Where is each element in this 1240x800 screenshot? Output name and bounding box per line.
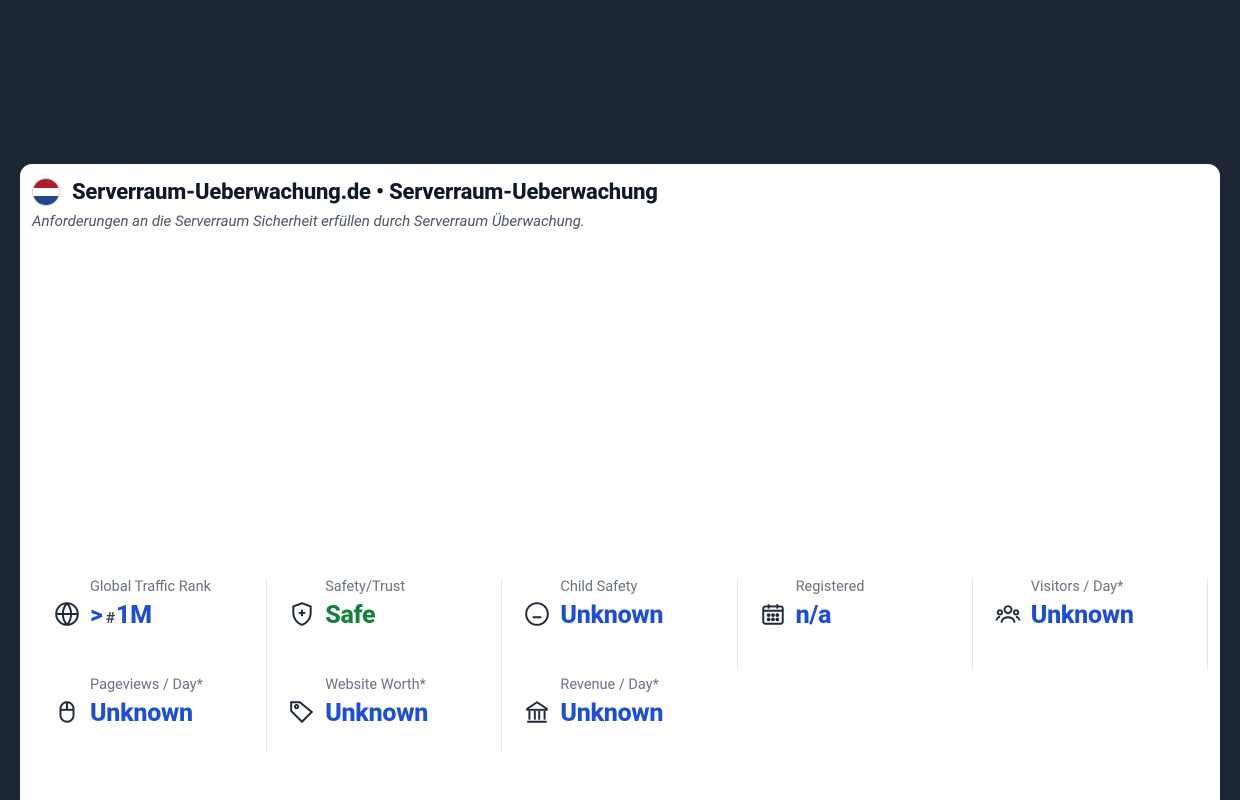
stat-safety: Safety/Trust Safe: [267, 578, 502, 670]
shield-plus-icon: [289, 601, 315, 627]
stat-label: Global Traffic Rank: [90, 578, 211, 595]
stat-visitors: Visitors / Day* Unknown: [973, 578, 1208, 670]
site-name: Serverraum-Ueberwachung: [389, 180, 658, 205]
stat-value: Unknown: [1031, 601, 1134, 630]
stat-worth: Website Worth* Unknown: [267, 670, 502, 752]
stat-value: Unknown: [325, 699, 428, 728]
bank-icon: [524, 699, 550, 725]
stat-label: Visitors / Day*: [1031, 578, 1134, 595]
stat-child-safety: Child Safety Unknown: [502, 578, 737, 670]
stat-value: >#1M: [90, 601, 211, 630]
stat-pageviews: Pageviews / Day* Unknown: [32, 670, 267, 752]
site-info-card: Serverraum-Ueberwachung.de • Serverraum-…: [20, 164, 1220, 800]
stat-value: Unknown: [90, 699, 203, 728]
stat-revenue: Revenue / Day* Unknown: [502, 670, 737, 752]
stat-value: n/a: [796, 601, 865, 630]
price-tag-icon: [289, 699, 315, 725]
page-title: Serverraum-Ueberwachung.de • Serverraum-…: [72, 180, 658, 205]
mouse-icon: [54, 699, 80, 725]
stats-grid: Global Traffic Rank >#1M Safety/Trust Sa…: [32, 578, 1208, 752]
stat-registered: Registered n/a: [738, 578, 973, 670]
stat-label: Child Safety: [560, 578, 663, 595]
stat-value: Unknown: [560, 601, 663, 630]
title-separator: •: [371, 180, 389, 205]
stat-label: Website Worth*: [325, 676, 428, 693]
card-header: Serverraum-Ueberwachung.de • Serverraum-…: [32, 178, 1208, 206]
people-icon: [995, 601, 1021, 627]
stat-label: Pageviews / Day*: [90, 676, 203, 693]
stat-label: Safety/Trust: [325, 578, 405, 595]
country-flag-icon: [32, 178, 60, 206]
stat-label: Revenue / Day*: [560, 676, 663, 693]
stat-label: Registered: [796, 578, 865, 595]
neutral-face-icon: [524, 601, 550, 627]
stat-global-rank: Global Traffic Rank >#1M: [32, 578, 267, 670]
stat-value: Unknown: [560, 699, 663, 728]
calendar-icon: [760, 601, 786, 627]
globe-icon: [54, 601, 80, 627]
site-subtitle: Anforderungen an die Serverraum Sicherhe…: [32, 212, 1208, 230]
stat-value: Safe: [325, 601, 405, 630]
site-domain: Serverraum-Ueberwachung.de: [72, 180, 371, 205]
